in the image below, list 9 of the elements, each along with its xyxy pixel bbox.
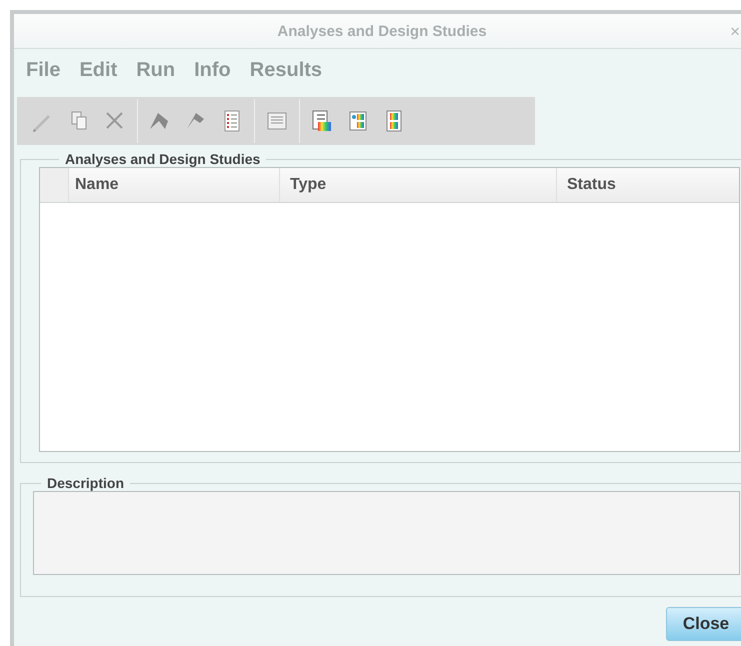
group-title: Description [46,475,126,491]
close-icon[interactable]: × [730,22,740,42]
description-field[interactable] [33,491,740,575]
window-title: Analyses and Design Studies [277,22,487,40]
column-header[interactable]: Type [279,168,556,202]
column-header[interactable]: Status [556,168,739,202]
close-button[interactable]: Close [666,607,741,641]
group-title: Analyses and Design Studies [64,151,262,167]
column-header[interactable]: Name [68,168,279,202]
